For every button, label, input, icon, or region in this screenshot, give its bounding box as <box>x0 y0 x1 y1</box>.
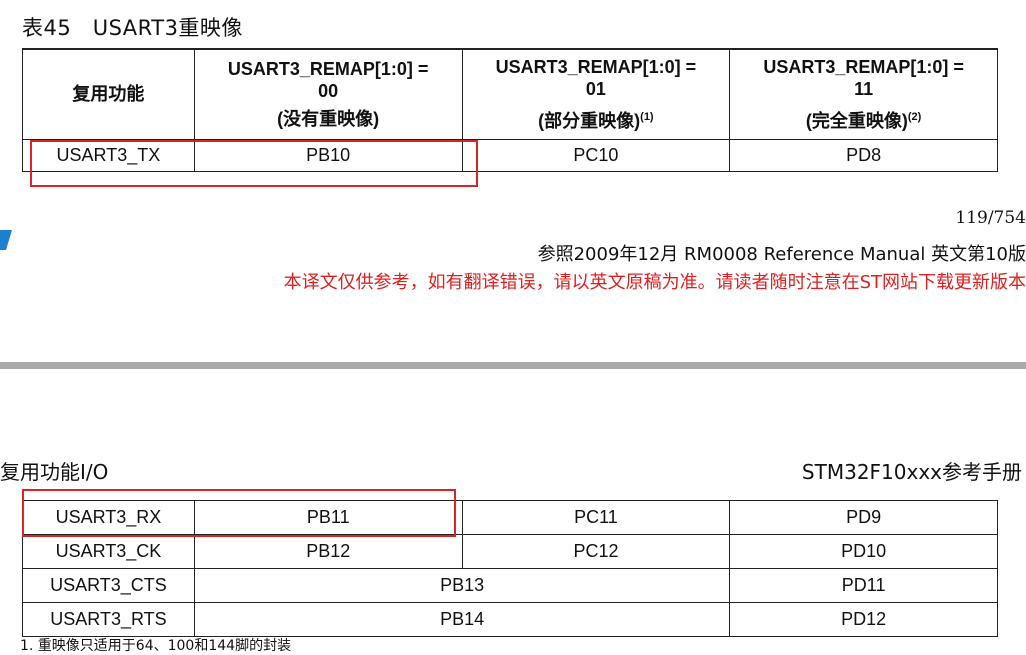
cell-remap-11: PD10 <box>729 534 998 569</box>
cell-remap-01: PC12 <box>461 534 731 569</box>
section-title: 复用功能I/O <box>0 460 109 484</box>
table-row: USART3_CTS PB13 PD11 <box>22 568 998 603</box>
page-number: 119/754 <box>955 208 1026 228</box>
translation-notice: 本译文仅供参考，如有翻译错误，请以英文原稿为准。请读者随时注意在ST网站下载更新… <box>283 272 1026 293</box>
table-row: USART3_CK PB12 PC12 PD10 <box>22 534 998 569</box>
footnote: 1. 重映像只适用于64、100和144脚的封装 <box>20 638 292 654</box>
cell-function: USART3_RTS <box>22 602 195 637</box>
table-header-row: 复用功能 USART3_REMAP[1:0] = 00 (没有重映像) USAR… <box>22 48 998 140</box>
header-remap-01: USART3_REMAP[1:0] = 01 (部分重映像)(1) <box>461 48 731 140</box>
manual-title: STM32F10xxx参考手册 <box>801 460 1022 484</box>
reference-line: 参照2009年12月 RM0008 Reference Manual 英文第10… <box>537 244 1026 265</box>
highlight-box-tx <box>30 140 478 187</box>
page-separator <box>0 362 1026 369</box>
cell-remap-11: PD11 <box>729 568 998 603</box>
header-remap-00: USART3_REMAP[1:0] = 00 (没有重映像) <box>193 48 463 140</box>
st-logo-icon <box>0 230 12 250</box>
cell-remap-01: PC10 <box>461 138 731 172</box>
cell-remap-11: PD12 <box>729 602 998 637</box>
cell-remap-00: PB12 <box>193 534 463 569</box>
cell-function: USART3_CTS <box>22 568 195 603</box>
cell-remap-01: PC11 <box>461 500 731 535</box>
header-function: 复用功能 <box>22 48 195 140</box>
header-remap-11: USART3_REMAP[1:0] = 11 (完全重映像)(2) <box>729 48 998 140</box>
cell-remap-00-01: PB14 <box>193 602 731 637</box>
cell-remap-00-01: PB13 <box>193 568 731 603</box>
cell-function: USART3_CK <box>22 534 195 569</box>
highlight-box-rx <box>22 489 456 537</box>
table-caption: 表45 USART3重映像 <box>22 16 243 40</box>
cell-remap-11: PD9 <box>729 500 998 535</box>
table-row: USART3_RTS PB14 PD12 <box>22 602 998 637</box>
cell-remap-11: PD8 <box>729 138 998 172</box>
